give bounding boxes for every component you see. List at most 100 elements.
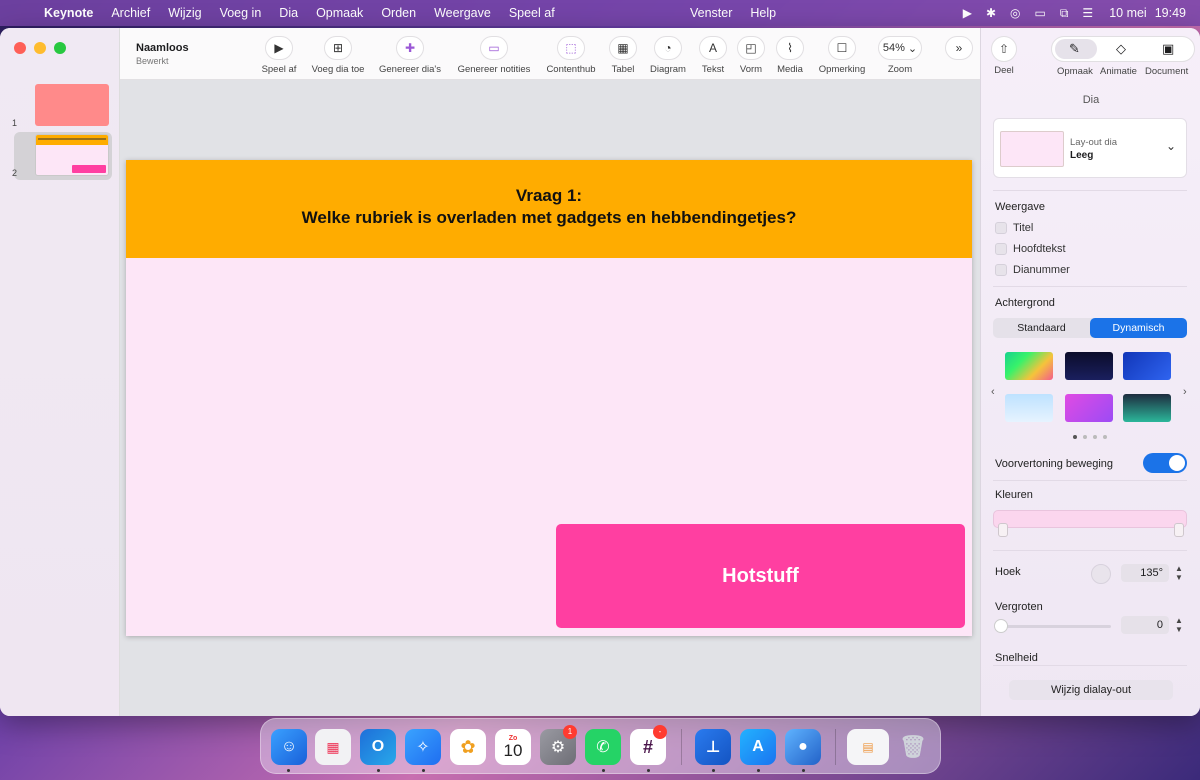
bg-swatch-rainbow[interactable]: [1005, 352, 1053, 380]
bg-swatch-dark-blue[interactable]: [1065, 352, 1113, 380]
fullscreen-window-button[interactable]: [54, 42, 66, 54]
media-tool[interactable]: ⌇ Media: [775, 36, 805, 75]
animation-diamond-icon[interactable]: ◇: [1116, 41, 1126, 57]
menu-venster[interactable]: Venster: [690, 6, 732, 20]
trash-icon[interactable]: 🗑: [895, 729, 931, 765]
page-dot[interactable]: [1093, 435, 1097, 439]
tab-format[interactable]: Opmaak: [1057, 66, 1093, 77]
share-icon[interactable]: ⇧: [991, 36, 1017, 62]
menu-voeg-in[interactable]: Voeg in: [220, 6, 262, 20]
bluetooth-icon[interactable]: ✱: [986, 6, 996, 20]
comment-tool[interactable]: ☐ Opmerking: [816, 36, 868, 75]
answer-text[interactable]: Hotstuff: [722, 565, 799, 588]
scale-slider-track[interactable]: [995, 625, 1111, 628]
color-gradient-bar[interactable]: [993, 510, 1187, 528]
menu-wijzig[interactable]: Wijzig: [168, 6, 201, 20]
generate-slides-tool[interactable]: ✚ Genereer dia's: [378, 36, 442, 75]
app-store-icon[interactable]: A: [740, 729, 776, 765]
angle-field[interactable]: 135°: [1121, 564, 1169, 582]
zoom-select[interactable]: 54% ⌄: [878, 36, 922, 60]
text-icon[interactable]: A: [699, 36, 727, 60]
slide-thumbnail-row-1[interactable]: 1: [12, 82, 112, 130]
tab-document[interactable]: Document: [1145, 66, 1188, 77]
bg-standard-option[interactable]: Standaard: [993, 318, 1090, 338]
calendar-icon[interactable]: Zo 10: [495, 729, 531, 765]
page-dot[interactable]: [1083, 435, 1087, 439]
chevron-double-right-icon[interactable]: »: [945, 36, 973, 60]
recent-documents-stack-icon[interactable]: ▤: [847, 729, 889, 765]
menu-opmaak[interactable]: Opmaak: [316, 6, 363, 20]
play-tool[interactable]: ▶ Speel af: [260, 36, 298, 75]
launchpad-icon[interactable]: ▦: [315, 729, 351, 765]
contenthub-tool[interactable]: ⬚ Contenthub: [544, 36, 598, 75]
share-tool[interactable]: ⇧ Deel: [991, 36, 1017, 76]
slide-question-text[interactable]: Welke rubriek is overladen met gadgets e…: [126, 208, 972, 228]
add-slide-icon[interactable]: ⊞: [324, 36, 352, 60]
document-icon[interactable]: ▣: [1162, 41, 1174, 57]
paperclip-icon[interactable]: ⌇: [776, 36, 804, 60]
robot-app-icon[interactable]: ●: [785, 729, 821, 765]
checkbox-box[interactable]: [995, 222, 1007, 234]
slide-thumbnail-2[interactable]: [35, 134, 109, 176]
outlook-icon[interactable]: O: [360, 729, 396, 765]
contenthub-icon[interactable]: ⬚: [557, 36, 585, 60]
angle-dial[interactable]: [1091, 564, 1111, 584]
more-tools[interactable]: »: [944, 36, 974, 64]
finder-icon[interactable]: ☺: [271, 729, 307, 765]
page-dot[interactable]: [1103, 435, 1107, 439]
tab-animate[interactable]: Animatie: [1100, 66, 1137, 77]
preview-motion-toggle[interactable]: [1143, 453, 1187, 473]
scale-slider-handle[interactable]: [994, 619, 1008, 633]
chevron-left-icon[interactable]: ‹: [991, 386, 995, 398]
menubar-time[interactable]: 19:49: [1155, 6, 1186, 20]
generate-notes-icon[interactable]: ▭: [480, 36, 508, 60]
page-dot[interactable]: [1073, 435, 1077, 439]
title-checkbox[interactable]: Titel: [995, 222, 1033, 234]
slide-number-checkbox[interactable]: Dianummer: [995, 264, 1070, 276]
bg-swatch-royal-blue[interactable]: [1123, 352, 1171, 380]
checkbox-box[interactable]: [995, 243, 1007, 255]
paintbrush-icon[interactable]: ✎: [1069, 41, 1080, 57]
scale-stepper[interactable]: ▲ ▼: [1173, 616, 1185, 634]
chevron-down-icon[interactable]: ⌄: [1166, 139, 1176, 153]
table-icon[interactable]: ▦: [609, 36, 637, 60]
safari-icon[interactable]: ✧: [405, 729, 441, 765]
shape-icon[interactable]: ◰: [737, 36, 765, 60]
battery-icon[interactable]: ▭: [1035, 6, 1046, 20]
zoom-tool[interactable]: 54% ⌄ Zoom: [876, 36, 924, 75]
bg-swatch-sky[interactable]: [1005, 394, 1053, 422]
bg-swatch-magenta[interactable]: [1065, 394, 1113, 422]
bg-swatch-aurora[interactable]: [1123, 394, 1171, 422]
comment-icon[interactable]: ☐: [828, 36, 856, 60]
slide-layout-select[interactable]: Lay-out dia Leeg ⌄: [993, 118, 1187, 178]
menubar-date[interactable]: 10 mei: [1109, 6, 1147, 20]
chart-icon[interactable]: ◔: [654, 36, 682, 60]
photos-icon[interactable]: ✿: [450, 729, 486, 765]
angle-stepper[interactable]: ▲ ▼: [1173, 564, 1185, 582]
menu-help[interactable]: Help: [750, 6, 776, 20]
menu-orden[interactable]: Orden: [381, 6, 416, 20]
body-checkbox[interactable]: Hoofdtekst: [995, 243, 1066, 255]
whatsapp-icon[interactable]: ✆: [585, 729, 621, 765]
gradient-stop-left[interactable]: [998, 523, 1008, 537]
menu-weergave[interactable]: Weergave: [434, 6, 491, 20]
add-slide-tool[interactable]: ⊞ Voeg dia toe: [310, 36, 366, 75]
play-icon[interactable]: ▶: [265, 36, 293, 60]
document-title[interactable]: Naamloos: [136, 42, 189, 54]
menu-speel-af[interactable]: Speel af: [509, 6, 555, 20]
close-window-button[interactable]: [14, 42, 26, 54]
generate-notes-tool[interactable]: ▭ Genereer notities: [456, 36, 532, 75]
menu-app-keynote[interactable]: Keynote: [44, 6, 93, 20]
keynote-icon[interactable]: ⊥: [695, 729, 731, 765]
chevron-right-icon[interactable]: ›: [1183, 386, 1187, 398]
scale-field[interactable]: 0: [1121, 616, 1169, 634]
control-center-icon[interactable]: ☰: [1082, 6, 1093, 20]
shape-tool[interactable]: ◰ Vorm: [736, 36, 766, 75]
slide[interactable]: Vraag 1: Welke rubriek is overladen met …: [126, 160, 972, 636]
chart-tool[interactable]: ◔ Diagram: [648, 36, 688, 75]
generate-slides-icon[interactable]: ✚: [396, 36, 424, 60]
answer-box[interactable]: Hotstuff: [556, 524, 965, 628]
play-status-icon[interactable]: ▶: [963, 6, 972, 20]
menu-archief[interactable]: Archief: [111, 6, 150, 20]
airdrop-icon[interactable]: ◎: [1010, 6, 1020, 20]
